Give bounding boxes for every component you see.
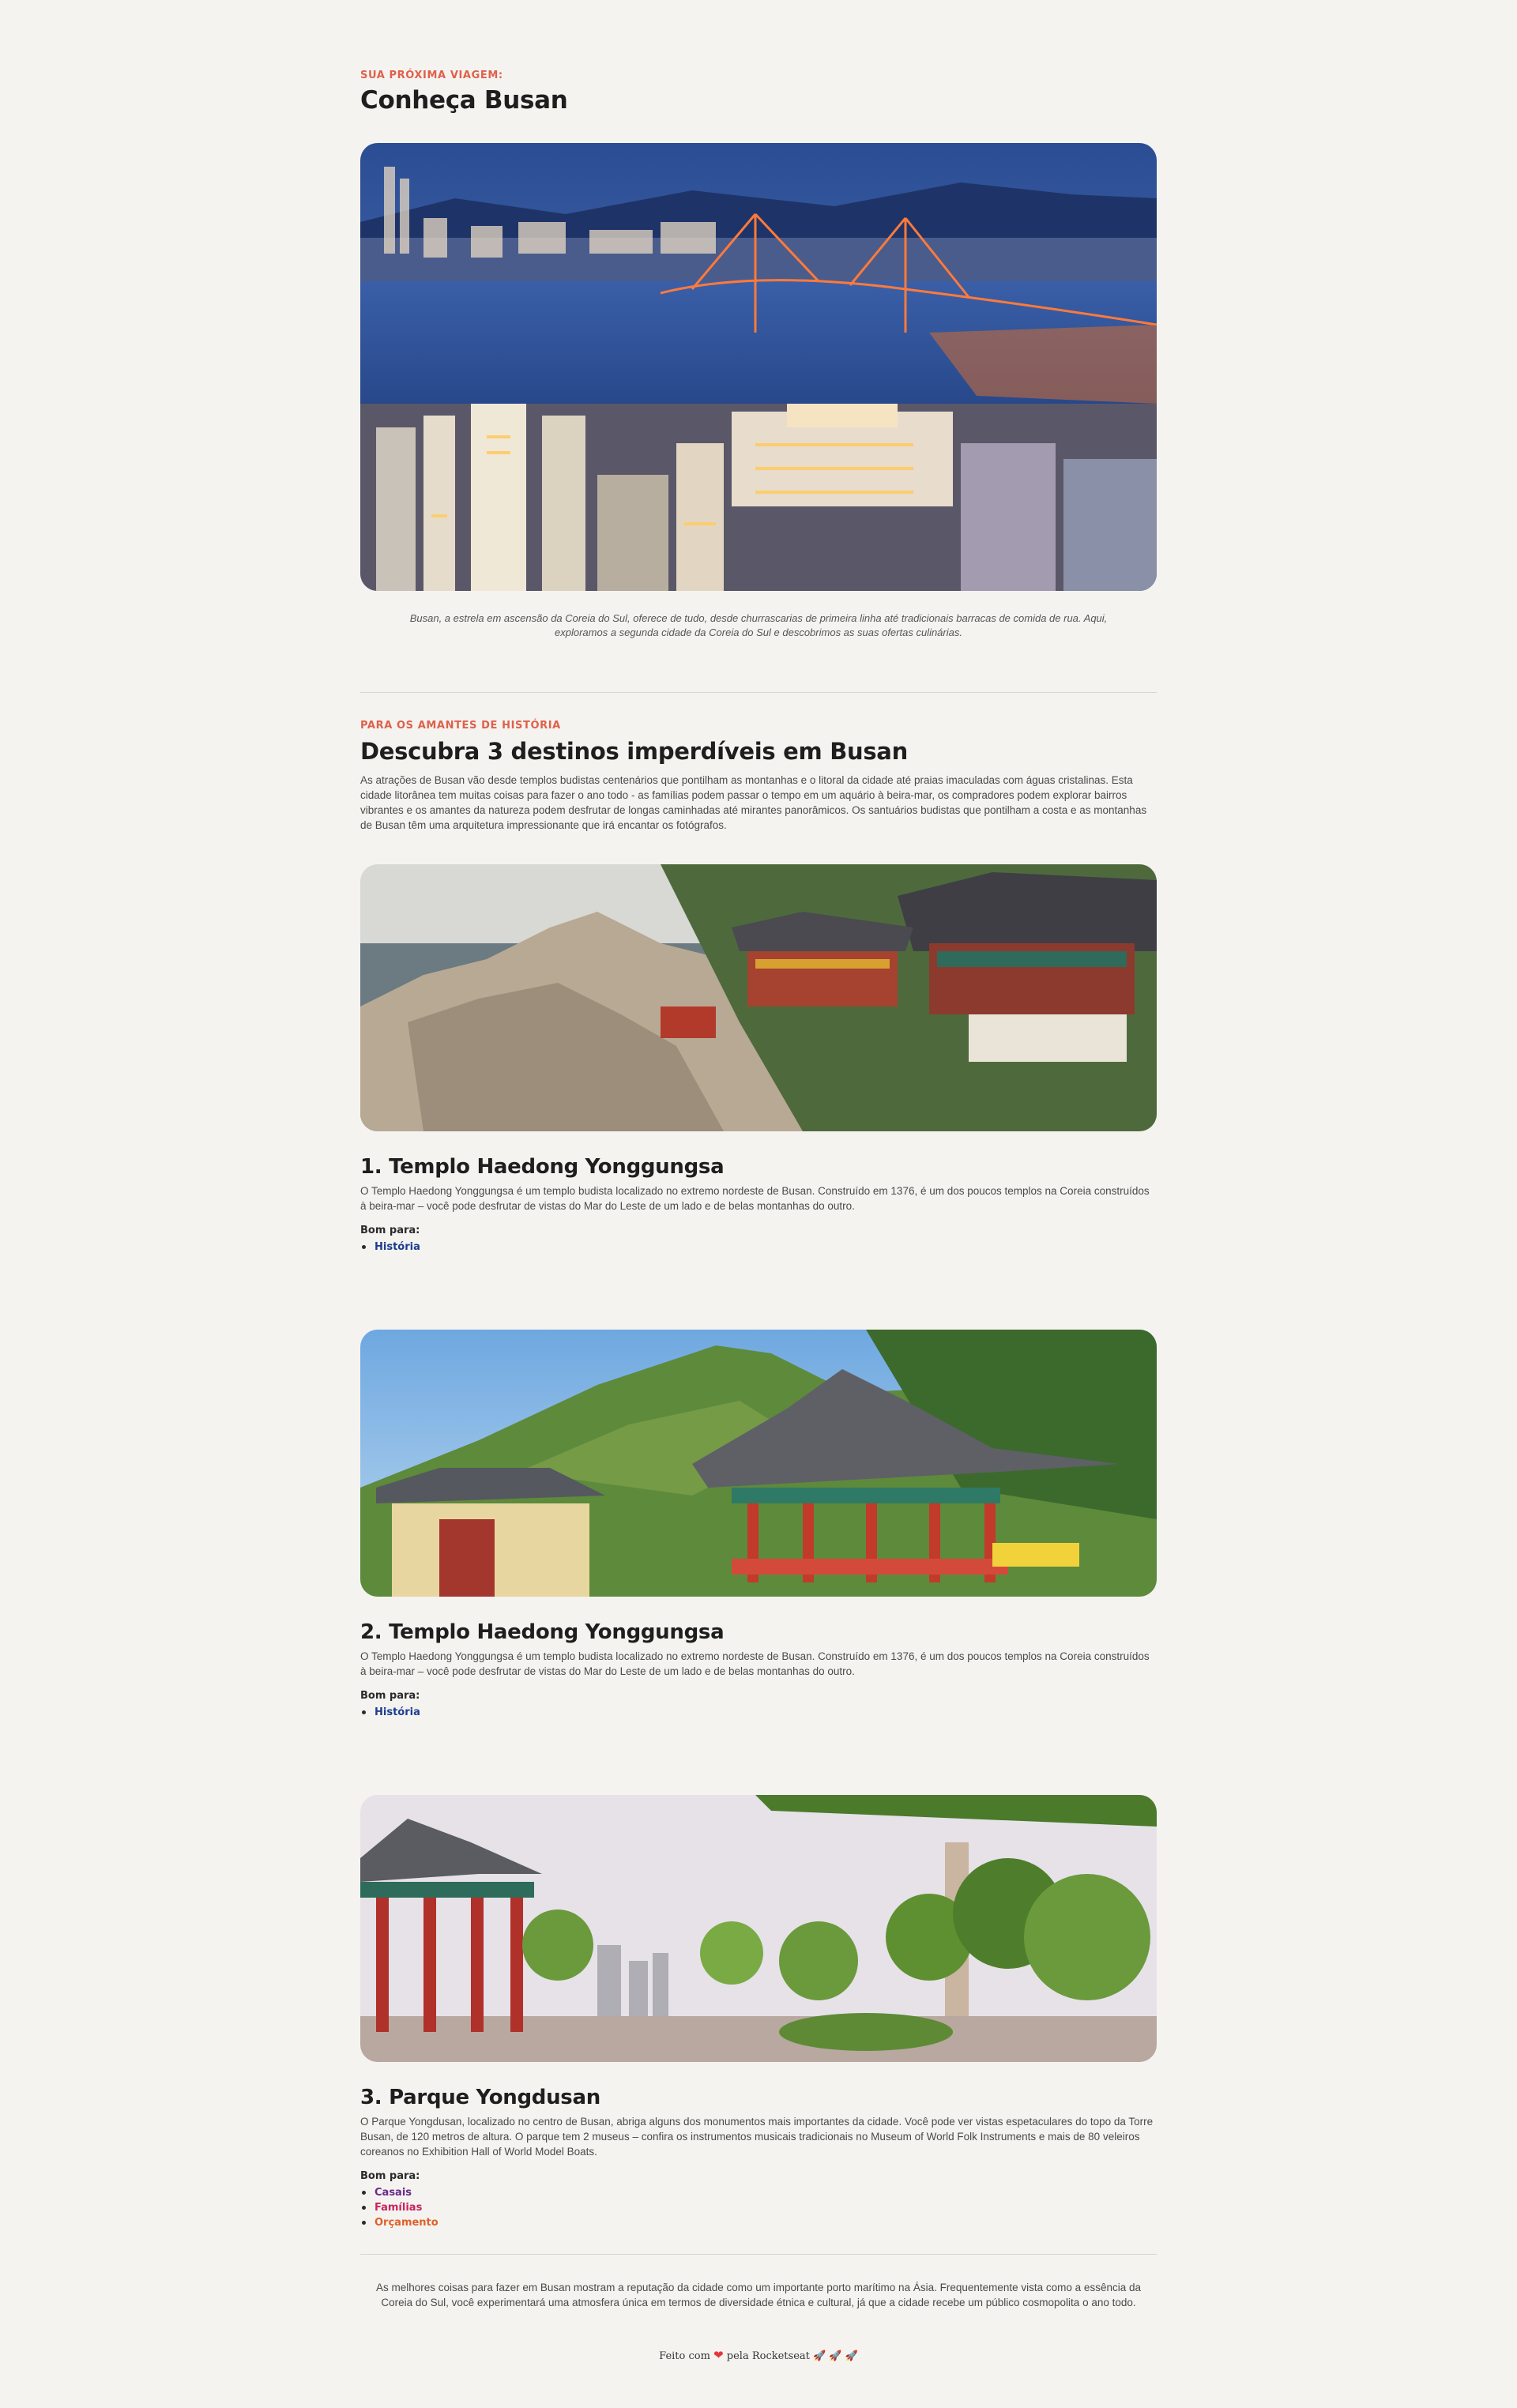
good-for-list: História <box>360 1240 1157 1255</box>
good-for-label: Bom para: <box>360 2170 420 2182</box>
section-description: As atrações de Busan vão desde templos b… <box>360 774 1147 831</box>
temple-pavilion-image <box>360 1330 1157 1597</box>
destination-description: O Parque Yongdusan, localizado no centro… <box>360 2116 1154 2158</box>
tag-orcamento: Orçamento <box>360 2215 1157 2230</box>
footer-suffix: pela Rocketseat <box>726 2350 810 2362</box>
heart-icon: ❤ <box>713 2348 724 2362</box>
good-for-list: História <box>360 1705 1157 1720</box>
good-for-label: Bom para: <box>360 1690 420 1702</box>
destination-card: 2. Templo Haedong Yonggungsa O Templo Ha… <box>360 1330 1157 1720</box>
closing-text: As melhores coisas para fazer em Busan m… <box>376 2282 1141 2308</box>
tag-historia: História <box>360 1240 1157 1255</box>
destination-description: O Templo Haedong Yonggungsa é um templo … <box>360 1185 1150 1212</box>
footer-prefix: Feito com <box>659 2350 710 2362</box>
hero-title: Conheça Busan <box>360 86 568 115</box>
busan-harbor-image <box>360 143 1157 591</box>
yongdusan-park-image <box>360 1795 1157 2062</box>
rocket-icon: 🚀 🚀 🚀 <box>813 2350 858 2362</box>
destination-title: 2. Templo Haedong Yonggungsa <box>360 1620 725 1644</box>
destination-card: 1. Templo Haedong Yonggungsa O Templo Ha… <box>360 864 1157 1255</box>
tag-historia: História <box>360 1705 1157 1720</box>
tag-familias: Famílias <box>360 2200 1157 2215</box>
good-for-list: Casais Famílias Orçamento <box>360 2185 1157 2230</box>
footer: Feito com ❤ pela Rocketseat 🚀 🚀 🚀 <box>360 2348 1157 2362</box>
destination-title: 3. Parque Yongdusan <box>360 2086 600 2109</box>
temple-coast-image <box>360 864 1157 1131</box>
hero-caption: Busan, a estrela em ascensão da Coreia d… <box>409 612 1108 638</box>
hero-eyebrow: SUA PRÓXIMA VIAGEM: <box>360 70 503 81</box>
page: SUA PRÓXIMA VIAGEM: Conheça Busan Busan,… <box>360 70 1157 2362</box>
destination-description: O Templo Haedong Yonggungsa é um templo … <box>360 1650 1150 1677</box>
closing-divider <box>360 2254 1157 2255</box>
tag-casais: Casais <box>360 2185 1157 2200</box>
destination-title: 1. Templo Haedong Yonggungsa <box>360 1155 725 1179</box>
section-divider <box>360 692 1157 693</box>
section-title: Descubra 3 destinos imperdíveis em Busan <box>360 738 908 765</box>
destination-card: 3. Parque Yongdusan O Parque Yongdusan, … <box>360 1795 1157 2230</box>
good-for-label: Bom para: <box>360 1225 420 1236</box>
section-eyebrow: PARA OS AMANTES DE HISTÓRIA <box>360 720 561 732</box>
